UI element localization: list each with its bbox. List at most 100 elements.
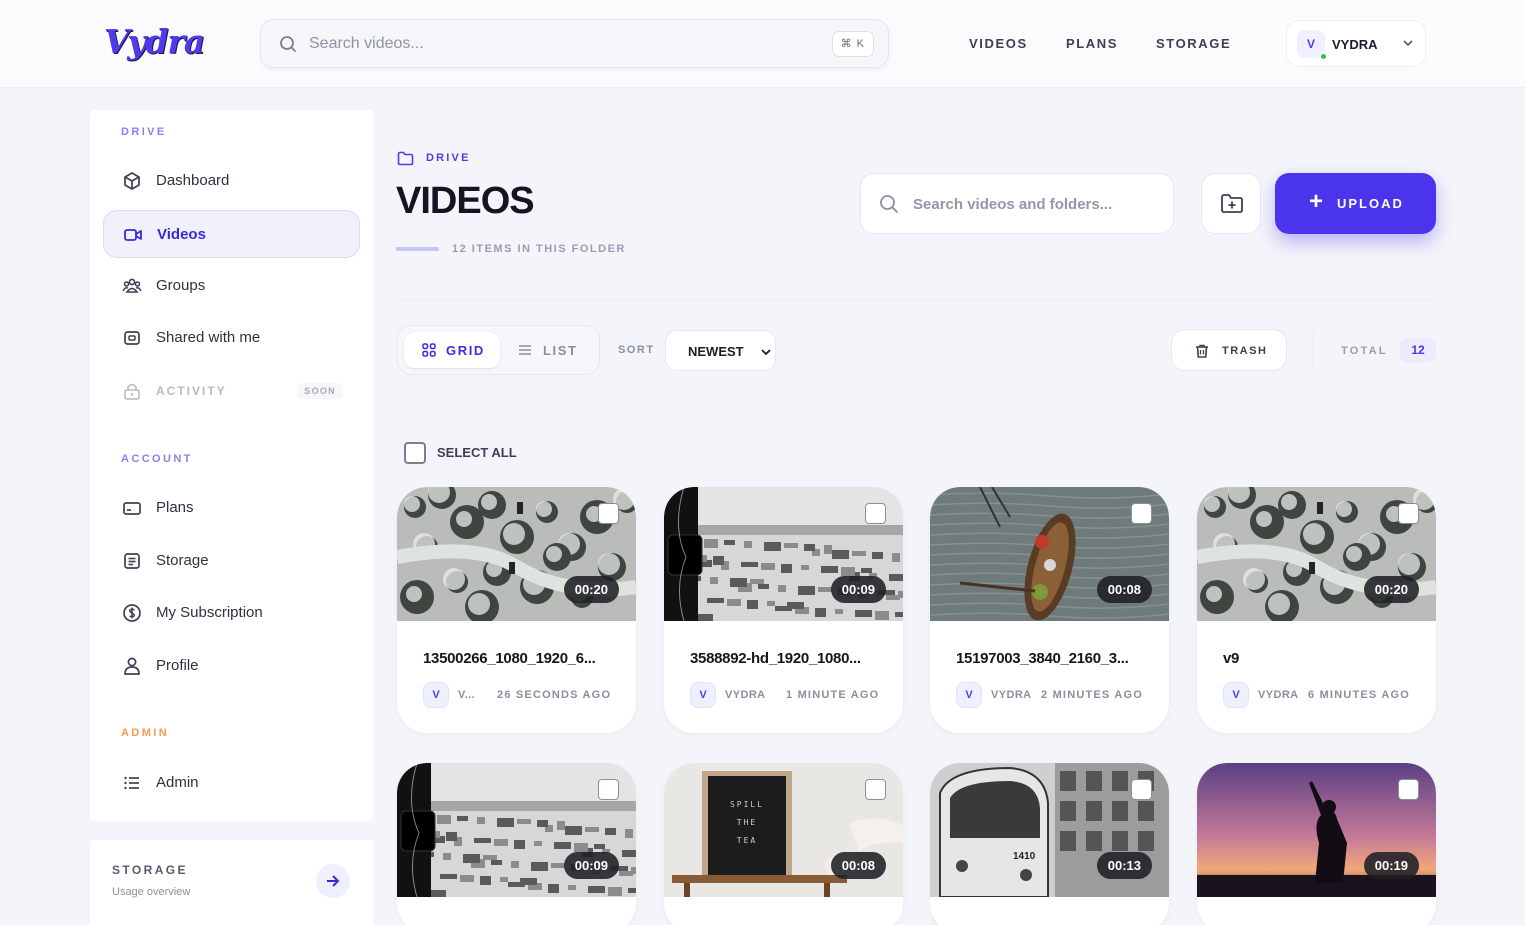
chevron-down-icon <box>761 349 771 356</box>
sidebar-item-videos[interactable]: Videos <box>103 210 360 258</box>
section-label-drive: DRIVE <box>121 126 167 138</box>
duration-badge: 00:08 <box>1096 576 1152 603</box>
sidebar-item-plans[interactable]: Plans <box>103 484 360 532</box>
video-select-checkbox[interactable] <box>1398 779 1419 800</box>
shared-icon <box>124 331 140 345</box>
sort-select[interactable]: NEWEST <box>665 330 776 371</box>
video-card[interactable]: 00:20 v9 V VYDRA 6 MINUTES AGO <box>1197 487 1436 733</box>
svg-text:TEA: TEA <box>737 836 757 845</box>
storage-card-title: STORAGE <box>112 863 188 877</box>
svg-text:THE: THE <box>737 818 757 827</box>
soon-badge: SOON <box>297 383 343 399</box>
trash-button[interactable]: TRASH <box>1171 329 1287 371</box>
select-all-label[interactable]: SELECT ALL <box>437 445 517 460</box>
sidebar-item-groups[interactable]: Groups <box>103 262 360 310</box>
storage-usage-card: STORAGE Usage overview <box>90 840 373 925</box>
sidebar-item-subscription[interactable]: My Subscription <box>103 589 360 637</box>
user-menu[interactable]: V VYDRA <box>1286 20 1426 67</box>
video-select-checkbox[interactable] <box>865 779 886 800</box>
video-title[interactable]: v9 <box>1223 650 1418 667</box>
upload-button[interactable]: + UPLOAD <box>1275 173 1436 234</box>
sort-label: SORT <box>618 344 655 356</box>
topnav-storage[interactable]: STORAGE <box>1156 36 1231 51</box>
topnav-videos[interactable]: VIDEOS <box>969 36 1028 51</box>
sidebar-item-admin[interactable]: Admin <box>103 759 360 807</box>
sidebar-item-label: My Subscription <box>156 604 263 621</box>
select-all-checkbox[interactable] <box>404 442 426 464</box>
folder-icon <box>397 151 414 166</box>
header-divider <box>396 299 1436 300</box>
video-card[interactable]: 00:19 <box>1197 763 1436 925</box>
grid-view-button[interactable]: GRID <box>404 332 500 368</box>
storage-icon <box>124 553 140 569</box>
page-title: VIDEOS <box>396 180 535 222</box>
video-select-checkbox[interactable] <box>1131 503 1152 524</box>
list-view-button[interactable]: LIST <box>508 332 592 368</box>
upload-time: 1 MINUTE AGO <box>786 689 880 701</box>
video-card[interactable]: 00:09 3588892-hd_1920_1080... V VYDRA 1 MINU… <box>664 487 903 733</box>
video-select-checkbox[interactable] <box>598 779 619 800</box>
lock-icon <box>124 383 140 400</box>
search-icon <box>280 36 296 52</box>
video-select-checkbox[interactable] <box>1398 503 1419 524</box>
video-title[interactable]: 3588892-hd_1920_1080... <box>690 650 885 667</box>
global-search[interactable]: Search videos... ⌘ K <box>260 19 889 68</box>
section-label-admin: ADMIN <box>121 727 170 739</box>
video-title[interactable]: 15197003_3840_2160_3... <box>956 650 1151 667</box>
duration-badge: 00:09 <box>563 852 619 879</box>
video-card[interactable]: 00:09 <box>397 763 636 925</box>
list-view-label: LIST <box>543 343 578 358</box>
video-card[interactable]: SPILL THE TEA 00:08 <box>664 763 903 925</box>
sidebar-item-storage[interactable]: Storage <box>103 537 360 585</box>
sidebar-item-dashboard[interactable]: Dashboard <box>103 157 360 205</box>
uploader-name: VYDRA <box>725 689 766 701</box>
groups-icon <box>122 278 142 293</box>
duration-badge: 00:08 <box>830 852 886 879</box>
video-select-checkbox[interactable] <box>1131 779 1152 800</box>
chevron-down-icon <box>1403 40 1413 47</box>
duration-badge: 00:09 <box>830 576 886 603</box>
folder-plus-icon <box>1221 194 1243 213</box>
avatar: V <box>956 682 982 708</box>
view-toggle: GRID LIST <box>397 325 600 375</box>
uploader-name: VYDRA <box>991 689 1032 701</box>
dollar-icon <box>123 604 141 622</box>
app-logo[interactable]: Vydra <box>104 22 205 61</box>
video-card[interactable]: 00:20 13500266_1080_1920_6... V V... 26 SECO… <box>397 487 636 733</box>
global-search-placeholder[interactable]: Search videos... <box>309 35 424 53</box>
total-label: TOTAL <box>1341 345 1388 357</box>
card-icon <box>123 502 141 515</box>
list-icon <box>519 345 531 355</box>
avatar: V <box>1223 682 1249 708</box>
item-count: 12 ITEMS IN THIS FOLDER <box>452 243 626 255</box>
sidebar-item-label: Plans <box>156 499 194 516</box>
sidebar-item-label: Shared with me <box>156 329 261 346</box>
video-card[interactable]: 1410 00:13 <box>930 763 1169 925</box>
folder-search[interactable]: Search videos and folders... <box>860 173 1174 234</box>
sidebar-item-profile[interactable]: Profile <box>103 642 360 690</box>
video-title[interactable]: 13500266_1080_1920_6... <box>423 650 618 667</box>
new-folder-button[interactable] <box>1201 173 1261 234</box>
total-count-badge: 12 <box>1400 338 1436 362</box>
svg-text:1410: 1410 <box>1013 851 1036 862</box>
topnav-plans[interactable]: PLANS <box>1066 36 1118 51</box>
uploader-name: VYDRA <box>1258 689 1299 701</box>
avatar: V <box>690 682 716 708</box>
title-underline <box>396 247 439 251</box>
svg-text:SPILL: SPILL <box>730 800 764 809</box>
duration-badge: 00:13 <box>1096 852 1152 879</box>
video-select-checkbox[interactable] <box>865 503 886 524</box>
duration-badge: 00:19 <box>1363 852 1419 879</box>
storage-open-button[interactable] <box>316 864 350 898</box>
sidebar-item-label: Groups <box>156 277 206 294</box>
sidebar-item-label: Videos <box>157 226 206 243</box>
user-name: VYDRA <box>1332 37 1378 52</box>
video-select-checkbox[interactable] <box>598 503 619 524</box>
uploader-name: V... <box>458 689 476 701</box>
sidebar-item-shared[interactable]: Shared with me <box>103 314 360 362</box>
video-card[interactable]: 00:08 15197003_3840_2160_3... V VYDRA 2 MINU… <box>930 487 1169 733</box>
cube-icon <box>124 172 140 190</box>
folder-search-placeholder[interactable]: Search videos and folders... <box>913 196 1112 213</box>
upload-label: UPLOAD <box>1337 196 1404 211</box>
duration-badge: 00:20 <box>1363 576 1419 603</box>
